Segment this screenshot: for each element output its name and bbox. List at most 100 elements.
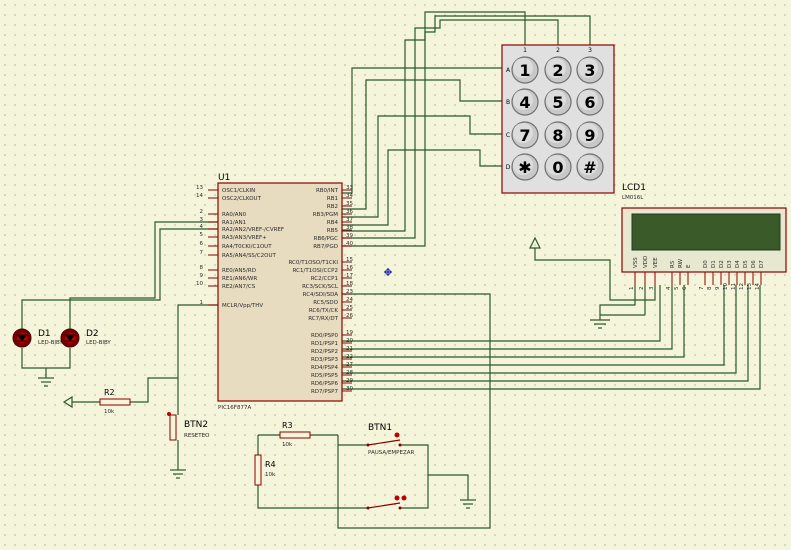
mcu-pin-name: RA3/AN3/VREF+ <box>222 235 267 241</box>
keypad[interactable]: ABCD 123 1 2 34 5 67 8 9✱ 0 # <box>501 44 615 194</box>
lcd-pin-number: 5 <box>674 286 680 290</box>
mcu-pin-number: 26 <box>346 313 353 319</box>
mcu-pin-number: 35 <box>346 201 353 207</box>
mcu-pin-number: 34 <box>346 193 353 199</box>
mcu-pin-name: RA0/AN0 <box>222 212 247 218</box>
keypad-key-label: 4 <box>519 93 530 112</box>
mcu-pin-number: 23 <box>346 289 353 295</box>
mcu-pin-number: 22 <box>346 354 353 360</box>
mcu-pin-number: 5 <box>200 232 204 238</box>
mcu-pin-name: RE0/AN5/RD <box>222 268 256 274</box>
mcu-pin-name: RC3/SCK/SCL <box>302 284 339 290</box>
led-d2-ref: D2 <box>86 329 99 339</box>
lcd-pin-name: D2 <box>719 260 725 268</box>
mcu-pin-name: RD7/PSP7 <box>311 389 339 395</box>
mcu-pin-name: RC7/RX/DT <box>308 316 338 322</box>
mcu-pin-name: RE1/AN6/WR <box>222 276 257 282</box>
lcd-pin-number: 13 <box>747 283 753 290</box>
led-d2-part: LED-BIBY <box>86 340 111 346</box>
mcu-pin-number: 1 <box>200 300 204 306</box>
mcu-pin-name: RB7/PGD <box>313 244 338 250</box>
mcu-pin-name: RB5 <box>327 228 339 234</box>
mcu-pin-name: RD4/PSP4 <box>311 365 339 371</box>
mcu-pin-name: RA2/AN2/VREF-/CVREF <box>222 227 284 233</box>
keypad-col-label: 1 <box>523 47 527 54</box>
mcu-pin-number: 27 <box>346 362 353 368</box>
mcu-pin-number: 38 <box>346 225 353 231</box>
keypad-key-label: 5 <box>552 93 563 112</box>
mcu-pin-number: 15 <box>346 257 353 263</box>
mcu-pin-number: 19 <box>346 330 353 336</box>
lcd-pin-number: 4 <box>666 286 672 290</box>
mcu-pin-number: 40 <box>346 241 353 247</box>
mcu-pin-name: OSC1/CLKIN <box>222 188 255 194</box>
lcd-pin-number: 10 <box>723 283 729 290</box>
lcd-pin-number: 3 <box>649 286 655 290</box>
keypad-key-label: 1 <box>519 61 530 80</box>
mcu-pin-number: 3 <box>200 217 204 223</box>
r2-value: 10k <box>104 409 115 415</box>
mcu-pin-name: RD6/PSP6 <box>311 381 339 387</box>
mcu-pin-name: RA5/AN4/SS/C2OUT <box>222 253 276 259</box>
mcu-pin-number: 4 <box>200 224 204 230</box>
lcd-pin-number: 12 <box>739 283 745 290</box>
mcu-pin-name: RB3/PGM <box>313 212 339 218</box>
lcd-pin-number: 14 <box>755 283 761 290</box>
keypad-col-label: 3 <box>588 47 592 54</box>
keypad-key-label: ✱ <box>518 158 531 177</box>
lcd-pin-name: RS <box>670 260 676 268</box>
keypad-row-label: D <box>506 164 511 171</box>
mcu-pin-name: RB2 <box>327 204 338 210</box>
mcu-pin-number: 39 <box>346 233 353 239</box>
mcu-pin-name: RD5/PSP5 <box>311 373 339 379</box>
keypad-row-label: B <box>506 99 510 106</box>
lcd-pin-name: E <box>686 264 692 268</box>
lcd-pin-name: D5 <box>743 260 749 268</box>
mcu-pin-name: OSC2/CLKOUT <box>222 196 262 202</box>
mcu-pin-name: RC6/TX/CK <box>309 308 339 314</box>
lcd-pin-number: 7 <box>699 286 705 290</box>
r4-value: 10k <box>265 472 276 478</box>
mcu-pin-number: 2 <box>200 209 204 215</box>
keypad-row-label: C <box>506 132 510 139</box>
lcd-pin-name: RW <box>678 258 684 268</box>
mcu-pin-name: RB1 <box>327 196 338 202</box>
mcu-pin-name: RE2/AN7/CS <box>222 284 256 290</box>
lcd-pin-number: 2 <box>639 287 645 291</box>
mcu-pin-name: RB4 <box>327 220 339 226</box>
mcu-u1[interactable]: U1 PIC16F877A 13 OSC1/CLKIN14 OSC2/CLKOUT2… <box>196 173 353 411</box>
mcu-pin-name: RD3/PSP3 <box>311 357 339 363</box>
keypad-key-label: 8 <box>552 126 563 145</box>
mcu-pin-number: 20 <box>346 338 353 344</box>
lcd-pin-number: 1 <box>629 287 635 291</box>
mcu-pin-number: 7 <box>200 250 204 256</box>
btn1-part: PAUSA/EMPEZAR <box>368 450 415 456</box>
keypad-key-label: 9 <box>584 126 595 145</box>
lcd-pin-name: D3 <box>727 260 733 268</box>
keypad-key-label: 7 <box>519 126 530 145</box>
mcu-pin-number: 25 <box>346 305 353 311</box>
led-d1-part: LED-BIBY <box>38 340 63 346</box>
lcd-screen <box>631 213 781 251</box>
lcd-pin-name: D1 <box>711 260 717 268</box>
lcd-pin-name: D0 <box>703 260 709 268</box>
btn1-ref: BTN1 <box>368 423 392 433</box>
keypad-col-label: 2 <box>556 47 560 54</box>
mcu-pin-number: 21 <box>346 346 353 352</box>
mcu-pin-number: 36 <box>346 209 353 215</box>
mcu-pin-number: 16 <box>346 265 353 271</box>
r4-ref: R4 <box>265 460 276 469</box>
mcu-pin-name: RD1/PSP1 <box>311 341 338 347</box>
mcu-pin-number: 18 <box>346 281 353 287</box>
mcu-pin-number: 17 <box>346 273 353 279</box>
mcu-pin-name: RD2/PSP2 <box>311 349 338 355</box>
lcd-pin-number: 8 <box>707 286 713 290</box>
mcu-pin-number: 37 <box>346 217 353 223</box>
keypad-key-label: 2 <box>552 61 563 80</box>
mcu-pin-number: 6 <box>200 241 204 247</box>
mcu-pin-number: 24 <box>346 297 353 303</box>
mcu-part-label: PIC16F877A <box>218 405 251 411</box>
lcd-pin-number: 9 <box>715 286 721 290</box>
mcu-pin-name: RA1/AN1 <box>222 220 246 226</box>
keypad-key-label: # <box>583 158 596 177</box>
